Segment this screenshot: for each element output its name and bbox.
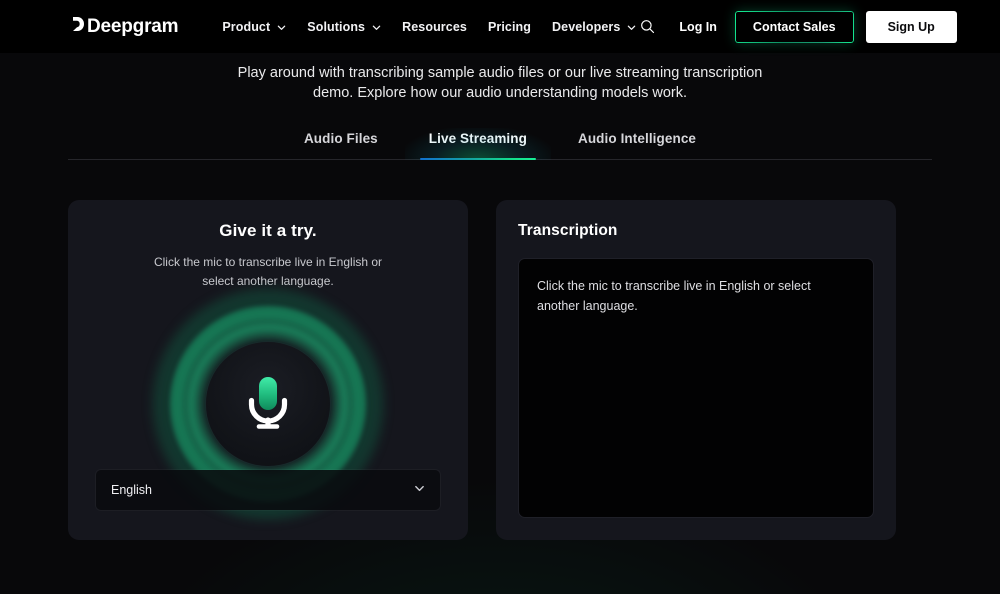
nav-item-product-label: Product <box>222 19 271 34</box>
nav-item-resources[interactable]: Resources <box>402 20 467 34</box>
nav-item-pricing[interactable]: Pricing <box>488 20 531 34</box>
main-nav: Product Solutions Resources Pricing Deve… <box>222 20 636 34</box>
nav-item-solutions[interactable]: Solutions <box>307 20 381 34</box>
tab-audio-intelligence-label: Audio Intelligence <box>577 131 697 146</box>
nav-item-product[interactable]: Product <box>222 20 286 34</box>
tab-audio-files[interactable]: Audio Files <box>302 131 380 159</box>
nav-item-developers[interactable]: Developers <box>552 20 636 34</box>
demo-tabs: Audio Files Live Streaming Audio Intelli… <box>68 128 932 160</box>
demo-cards: Give it a try. Click the mic to transcri… <box>68 200 932 540</box>
nav-item-resources-label: Resources <box>402 19 467 34</box>
transcription-title: Transcription <box>518 222 618 239</box>
nav-item-pricing-label: Pricing <box>487 19 532 34</box>
nav-item-solutions-label: Solutions <box>307 19 366 34</box>
give-it-a-try-title: Give it a try. <box>219 221 317 240</box>
header-actions: Log In Contact Sales Sign Up <box>636 10 957 43</box>
page-root: Deepgram Product Solutions Resources Pri… <box>0 0 1000 594</box>
deepgram-logo-mark <box>72 16 85 38</box>
contact-sales-button[interactable]: Contact Sales <box>734 10 854 43</box>
microphone-icon <box>245 374 291 435</box>
search-icon[interactable] <box>636 16 658 38</box>
mic-button[interactable] <box>206 342 330 466</box>
nav-item-developers-label: Developers <box>552 19 621 34</box>
transcription-card: Transcription Click the mic to transcrib… <box>496 200 896 540</box>
tab-live-streaming[interactable]: Live Streaming <box>404 128 552 160</box>
hero-subtitle: Play around with transcribing sample aud… <box>237 65 763 101</box>
chevron-down-icon <box>414 481 425 499</box>
hero-section: Play around with transcribing sample aud… <box>0 53 1000 103</box>
sign-up-label: Sign Up <box>887 19 935 34</box>
chevron-down-icon <box>277 23 286 32</box>
give-it-a-try-subtitle: Click the mic to transcribe live in Engl… <box>153 255 383 289</box>
sign-up-button[interactable]: Sign Up <box>865 10 957 43</box>
tab-audio-intelligence[interactable]: Audio Intelligence <box>576 131 698 159</box>
deepgram-logo-text: Deepgram <box>87 15 179 37</box>
chevron-down-icon <box>627 23 636 32</box>
chevron-down-icon <box>372 23 381 32</box>
give-it-a-try-card: Give it a try. Click the mic to transcri… <box>68 200 468 540</box>
tab-audio-files-label: Audio Files <box>303 131 378 146</box>
language-select[interactable]: English <box>96 470 440 510</box>
deepgram-logo[interactable]: Deepgram <box>72 15 179 38</box>
tab-live-streaming-label: Live Streaming <box>428 131 527 146</box>
contact-sales-label: Contact Sales <box>752 19 836 34</box>
language-select-value: English <box>111 483 152 497</box>
transcription-output[interactable]: Click the mic to transcribe live in Engl… <box>518 258 874 518</box>
site-header: Deepgram Product Solutions Resources Pri… <box>0 0 1000 53</box>
login-link[interactable]: Log In <box>673 20 723 34</box>
